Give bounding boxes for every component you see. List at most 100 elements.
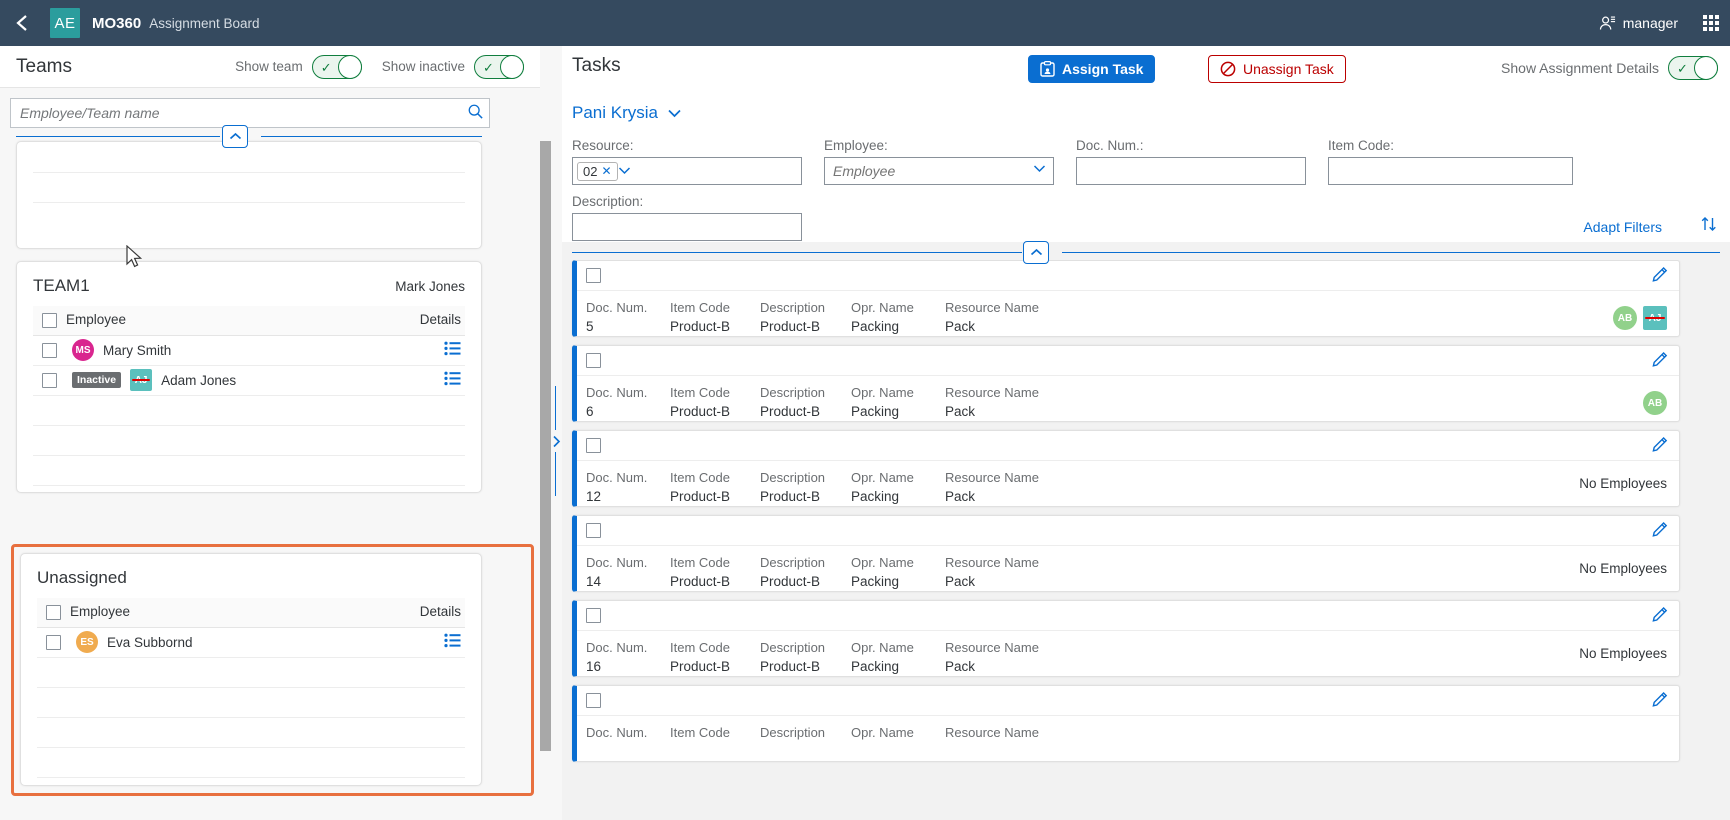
unassign-task-button[interactable]: Unassign Task bbox=[1208, 55, 1346, 83]
task-checkbox[interactable] bbox=[586, 438, 601, 453]
employee-select[interactable] bbox=[824, 157, 1054, 185]
task-checkbox[interactable] bbox=[586, 268, 601, 283]
back-button[interactable] bbox=[0, 0, 44, 46]
field-value: Pack bbox=[945, 317, 1055, 336]
magnifier-glyph bbox=[467, 103, 484, 120]
table-row[interactable] bbox=[33, 142, 465, 172]
table-row[interactable] bbox=[33, 172, 465, 202]
details-cell bbox=[409, 627, 465, 657]
field-value: Product-B bbox=[760, 317, 851, 336]
field-label: Resource Name bbox=[945, 638, 1055, 657]
search-input[interactable] bbox=[10, 98, 490, 128]
task-field-resource-name: Resource Name Pack bbox=[945, 383, 1055, 421]
edit-pencil-icon[interactable] bbox=[1652, 265, 1669, 287]
user-menu[interactable]: manager bbox=[1599, 15, 1678, 32]
row-checkbox[interactable] bbox=[42, 373, 57, 388]
doc-num-input[interactable] bbox=[1076, 157, 1306, 185]
table-row[interactable] bbox=[33, 425, 465, 455]
task-field-resource-name: Resource Name Pack bbox=[945, 468, 1055, 506]
task-card[interactable]: Doc. Num. 6 Item Code Product-B Descript… bbox=[572, 345, 1680, 422]
task-card[interactable]: Doc. Num. 5 Item Code Product-B Descript… bbox=[572, 260, 1680, 337]
table-row[interactable] bbox=[33, 395, 465, 425]
row-cell bbox=[66, 395, 409, 425]
show-team-switch[interactable]: ✓ bbox=[312, 55, 362, 79]
resource-multiselect[interactable]: 02 ✕ bbox=[572, 157, 802, 185]
adapt-filters-link[interactable]: Adapt Filters bbox=[1583, 219, 1662, 235]
filter-row-2: Description: bbox=[572, 194, 1720, 241]
task-field-doc-num: Doc. Num. 6 bbox=[586, 383, 670, 421]
table-row[interactable]: MS Mary Smith bbox=[33, 335, 465, 365]
team-name: TEAM1 bbox=[33, 276, 90, 296]
task-field-item-code: Item Code Product-B bbox=[670, 638, 760, 676]
task-checkbox[interactable] bbox=[586, 693, 601, 708]
row-cell bbox=[409, 395, 465, 425]
task-checkbox[interactable] bbox=[586, 608, 601, 623]
tasks-collapse-button[interactable] bbox=[1023, 241, 1049, 264]
resource-token[interactable]: 02 ✕ bbox=[577, 162, 618, 181]
select-all-checkbox[interactable] bbox=[42, 313, 57, 328]
table-header-row: Employee Details bbox=[33, 306, 465, 335]
teams-collapse-button[interactable] bbox=[222, 125, 248, 148]
row-checkbox-cell bbox=[37, 627, 70, 657]
assignee-avatar-inactive[interactable]: AJ bbox=[1643, 306, 1667, 330]
employee-column-header: Employee bbox=[66, 306, 409, 335]
row-checkbox[interactable] bbox=[42, 343, 57, 358]
app-grid-button[interactable] bbox=[1692, 0, 1730, 46]
table-row[interactable] bbox=[37, 747, 465, 777]
task-card-toolbar bbox=[577, 431, 1679, 461]
search-icon[interactable] bbox=[467, 103, 484, 125]
avatar: AJ bbox=[130, 369, 152, 391]
field-value: 14 bbox=[586, 572, 670, 591]
object-selector[interactable]: Pani Krysia bbox=[572, 103, 682, 123]
task-card-toolbar bbox=[577, 601, 1679, 631]
select-all-checkbox[interactable] bbox=[46, 605, 61, 620]
table-row[interactable] bbox=[37, 717, 465, 747]
task-field-doc-num: Doc. Num. bbox=[586, 723, 670, 742]
task-checkbox[interactable] bbox=[586, 523, 601, 538]
row-checkbox[interactable] bbox=[46, 635, 61, 650]
splitter-expand-handle[interactable] bbox=[550, 386, 562, 496]
assign-task-button[interactable]: Assign Task bbox=[1028, 55, 1155, 83]
assignment-details-switch[interactable]: ✓ bbox=[1668, 56, 1718, 80]
list-details-icon[interactable] bbox=[444, 341, 461, 359]
list-details-icon[interactable] bbox=[444, 371, 461, 389]
edit-pencil-icon[interactable] bbox=[1652, 350, 1669, 372]
list-details-icon[interactable] bbox=[444, 633, 461, 651]
edit-pencil-icon[interactable] bbox=[1652, 435, 1669, 457]
filter-employee-label: Employee: bbox=[824, 138, 1054, 153]
edit-pencil-icon[interactable] bbox=[1652, 690, 1669, 712]
task-field-item-code: Item Code bbox=[670, 723, 760, 742]
task-card[interactable]: Doc. Num. Item Code Description Opr. Nam… bbox=[572, 685, 1680, 762]
edit-pencil-icon[interactable] bbox=[1652, 520, 1669, 542]
task-checkbox[interactable] bbox=[586, 353, 601, 368]
shell-header: AE MO360 Assignment Board manager bbox=[0, 0, 1730, 46]
filter-doc-num: Doc. Num.: bbox=[1076, 138, 1306, 185]
details-glyph bbox=[444, 371, 461, 386]
task-card[interactable]: Doc. Num. 12 Item Code Product-B Descrip… bbox=[572, 430, 1680, 507]
sort-icon[interactable] bbox=[1700, 215, 1718, 238]
filter-description: Description: bbox=[572, 194, 802, 241]
task-card[interactable]: Doc. Num. 14 Item Code Product-B Descrip… bbox=[572, 515, 1680, 592]
show-inactive-switch[interactable]: ✓ bbox=[474, 55, 524, 79]
filter-row-1: Resource: 02 ✕ Employee: bbox=[572, 138, 1720, 185]
table-row[interactable]: Inactive AJ Adam Jones bbox=[33, 365, 465, 395]
field-label: Resource Name bbox=[945, 553, 1055, 572]
unassign-task-label: Unassign Task bbox=[1243, 61, 1334, 77]
assignee-avatar[interactable]: AB bbox=[1643, 391, 1667, 415]
close-icon[interactable]: ✕ bbox=[601, 164, 611, 178]
edit-pencil-icon[interactable] bbox=[1652, 605, 1669, 627]
field-value: Pack bbox=[945, 657, 1055, 676]
task-fields: Doc. Num. 6 Item Code Product-B Descript… bbox=[586, 383, 1055, 421]
item-code-input[interactable] bbox=[1328, 157, 1573, 185]
field-label: Resource Name bbox=[945, 468, 1055, 487]
table-row[interactable] bbox=[37, 687, 465, 717]
table-row[interactable] bbox=[37, 657, 465, 687]
field-value: Packing bbox=[851, 317, 945, 336]
field-value: Product-B bbox=[670, 402, 760, 421]
task-card[interactable]: Doc. Num. 16 Item Code Product-B Descrip… bbox=[572, 600, 1680, 677]
table-row[interactable]: ES Eva Subbornd bbox=[37, 627, 465, 657]
table-row[interactable] bbox=[33, 455, 465, 485]
task-field-item-code: Item Code Product-B bbox=[670, 298, 760, 336]
assignee-avatar[interactable]: AB bbox=[1613, 306, 1637, 330]
description-input[interactable] bbox=[572, 213, 802, 241]
